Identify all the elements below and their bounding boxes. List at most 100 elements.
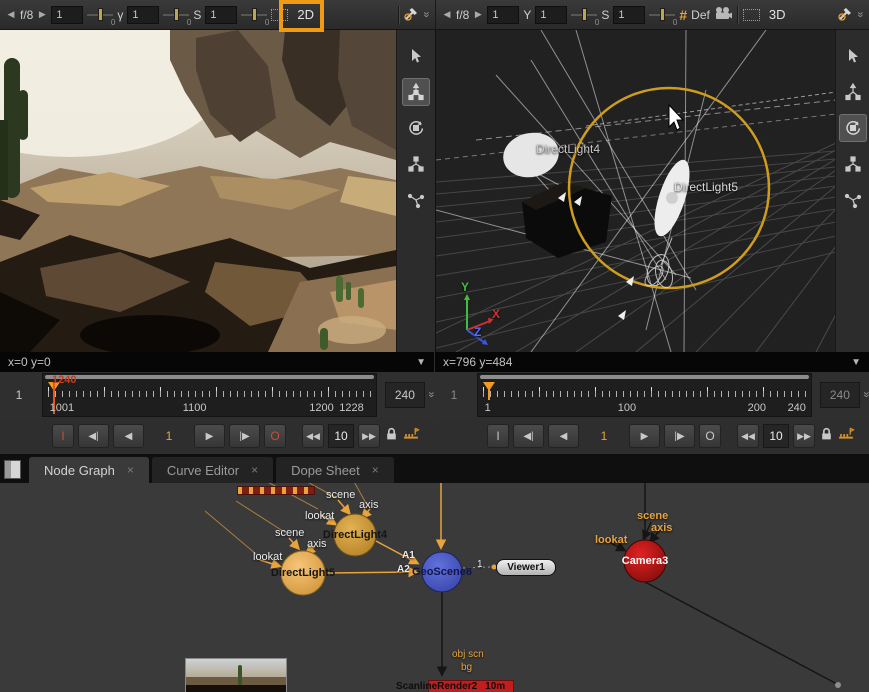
pointer-tool-button[interactable]	[839, 42, 867, 70]
range-start-value[interactable]: 1	[0, 388, 38, 402]
step-back-button[interactable]: ◀|	[78, 424, 109, 448]
goto-out-button[interactable]: O	[264, 424, 286, 448]
frame-ruler[interactable]: 1 100 200 240	[477, 373, 812, 417]
play-forward-button[interactable]: ▶	[629, 424, 660, 448]
prev-layer-button[interactable]: ◀	[442, 9, 452, 20]
frame-increment-input[interactable]: 10	[763, 424, 789, 448]
range-end-value[interactable]: 240	[820, 382, 860, 408]
play-backward-button[interactable]: ◀	[548, 424, 579, 448]
close-icon[interactable]: ×	[372, 463, 379, 477]
geoscene8-node-label[interactable]: GeoScene8	[402, 566, 482, 578]
slider-handle[interactable]	[252, 8, 257, 21]
gain-input[interactable]: 1	[487, 6, 519, 24]
slider-handle[interactable]	[174, 8, 179, 21]
directlight4-node-label[interactable]: DirectLight4	[315, 529, 395, 541]
eyedropper-icon[interactable]	[404, 5, 420, 24]
viewer1-node[interactable]: Viewer1	[496, 559, 556, 576]
current-frame-value[interactable]: 1	[148, 429, 190, 443]
default-camera-dropdown[interactable]: Def	[691, 8, 710, 22]
next-layer-button[interactable]: ▶	[37, 9, 47, 20]
gain-input[interactable]: 1	[51, 6, 83, 24]
camera3-node-label[interactable]: Camera3	[605, 555, 685, 567]
timeline-left: 1 1240 1001 1100 1200 1228 240 «	[0, 372, 434, 418]
translate-tool-button[interactable]	[402, 78, 430, 106]
slider-handle[interactable]	[660, 8, 665, 21]
status-dropdown-arrow-icon[interactable]: ▼	[851, 357, 861, 368]
tab-node-graph[interactable]: Node Graph ×	[29, 457, 149, 483]
translate-tool-button[interactable]	[839, 78, 867, 106]
frame-range-flag-icon[interactable]	[838, 427, 855, 445]
skew-tool-button[interactable]	[839, 186, 867, 214]
scale-tool-button[interactable]	[839, 150, 867, 178]
frame-ruler[interactable]: 1240 1001 1100 1200 1228	[42, 373, 377, 417]
tab-curve-editor[interactable]: Curve Editor ×	[152, 457, 273, 483]
viewer-3d-canvas[interactable]: DirectLight4 DirectLight5 Y X Z	[435, 30, 836, 352]
next-layer-button[interactable]: ▶	[473, 9, 483, 20]
prev-layer-button[interactable]: ◀	[6, 9, 16, 20]
gamma-input[interactable]: 1	[535, 6, 567, 24]
play-forward-button[interactable]: ▶	[194, 424, 225, 448]
saturation-input[interactable]: 1	[613, 6, 645, 24]
viewer-mode-3d-dropdown[interactable]: 3D	[764, 5, 791, 24]
step-forward-button[interactable]: |▶	[229, 424, 260, 448]
node-graph-panel[interactable]: scene axis lookat scene axis lookat A1 A…	[0, 483, 869, 692]
goto-in-button[interactable]: I	[52, 424, 74, 448]
play-backward-button[interactable]: ◀	[113, 424, 144, 448]
saturation-slider[interactable]: 0	[649, 6, 675, 24]
edge-endpoint-dot[interactable]	[835, 682, 841, 688]
saturation-input[interactable]: 1	[205, 6, 237, 24]
collapse-timeline-chevron[interactable]: «	[860, 392, 869, 397]
gamma-slider[interactable]: 0	[571, 6, 597, 24]
jump-back-button[interactable]: ◀◀	[737, 424, 759, 448]
cropped-node-top[interactable]	[237, 486, 315, 495]
collapse-toolbar-chevron[interactable]: «	[854, 12, 866, 17]
eyedropper-icon[interactable]	[838, 5, 854, 24]
edge-label-axis: axis	[359, 499, 379, 511]
jump-forward-button[interactable]: ▶▶	[358, 424, 380, 448]
aperture-label[interactable]: f/8	[456, 8, 469, 22]
jump-back-button[interactable]: ◀◀	[302, 424, 324, 448]
collapse-toolbar-chevron[interactable]: «	[420, 12, 432, 17]
range-start-value[interactable]: 1	[435, 388, 473, 402]
grid-toggle-icon[interactable]: #	[679, 7, 687, 23]
lock-range-icon[interactable]	[819, 426, 834, 446]
frame-increment-input[interactable]: 10	[328, 424, 354, 448]
panel-menu-icon[interactable]	[4, 460, 21, 479]
viewer-2d-canvas[interactable]	[0, 30, 396, 352]
lock-range-icon[interactable]	[384, 426, 399, 446]
status-dropdown-arrow-icon[interactable]: ▼	[416, 357, 426, 368]
aperture-label[interactable]: f/8	[20, 8, 33, 22]
saturation-slider[interactable]: 0	[241, 6, 267, 24]
tab-dope-sheet[interactable]: Dope Sheet ×	[276, 457, 394, 483]
close-icon[interactable]: ×	[127, 463, 134, 477]
skew-tool-button[interactable]	[402, 186, 430, 214]
step-back-button[interactable]: ◀|	[513, 424, 544, 448]
node-thumbnail-preview[interactable]	[185, 658, 287, 692]
roi-icon[interactable]	[743, 9, 760, 21]
rotate-tool-button[interactable]	[402, 114, 430, 142]
close-icon[interactable]: ×	[251, 463, 258, 477]
jump-forward-button[interactable]: ▶▶	[793, 424, 815, 448]
scale-tool-button[interactable]	[402, 150, 430, 178]
playhead-line[interactable]	[488, 382, 490, 400]
timeline-scrollbar[interactable]	[45, 375, 374, 379]
gamma-slider[interactable]: 0	[163, 6, 189, 24]
slider-handle[interactable]	[582, 8, 587, 21]
slider-handle[interactable]	[98, 8, 103, 21]
viewer2d-toolbar: ◀ f/8 ▶ 1 0 γ 1 0 S 1 0 2D «	[0, 0, 435, 30]
gamma-input[interactable]: 1	[127, 6, 159, 24]
step-forward-button[interactable]: |▶	[664, 424, 695, 448]
current-frame-value[interactable]: 1	[583, 429, 625, 443]
goto-out-button[interactable]: O	[699, 424, 721, 448]
gamma-label: γ	[117, 8, 123, 22]
range-end-value[interactable]: 240	[385, 382, 425, 408]
directlight5-node-label[interactable]: DirectLight5	[263, 567, 343, 579]
rotate-tool-button[interactable]	[839, 114, 867, 142]
camera-icon[interactable]	[714, 6, 733, 24]
frame-range-flag-icon[interactable]	[403, 427, 420, 445]
pointer-tool-button[interactable]	[402, 42, 430, 70]
timeline-scrollbar[interactable]	[480, 375, 809, 379]
goto-in-button[interactable]: I	[487, 424, 509, 448]
scene-3d-graphics	[436, 30, 836, 352]
gain-slider[interactable]: 0	[87, 6, 113, 24]
